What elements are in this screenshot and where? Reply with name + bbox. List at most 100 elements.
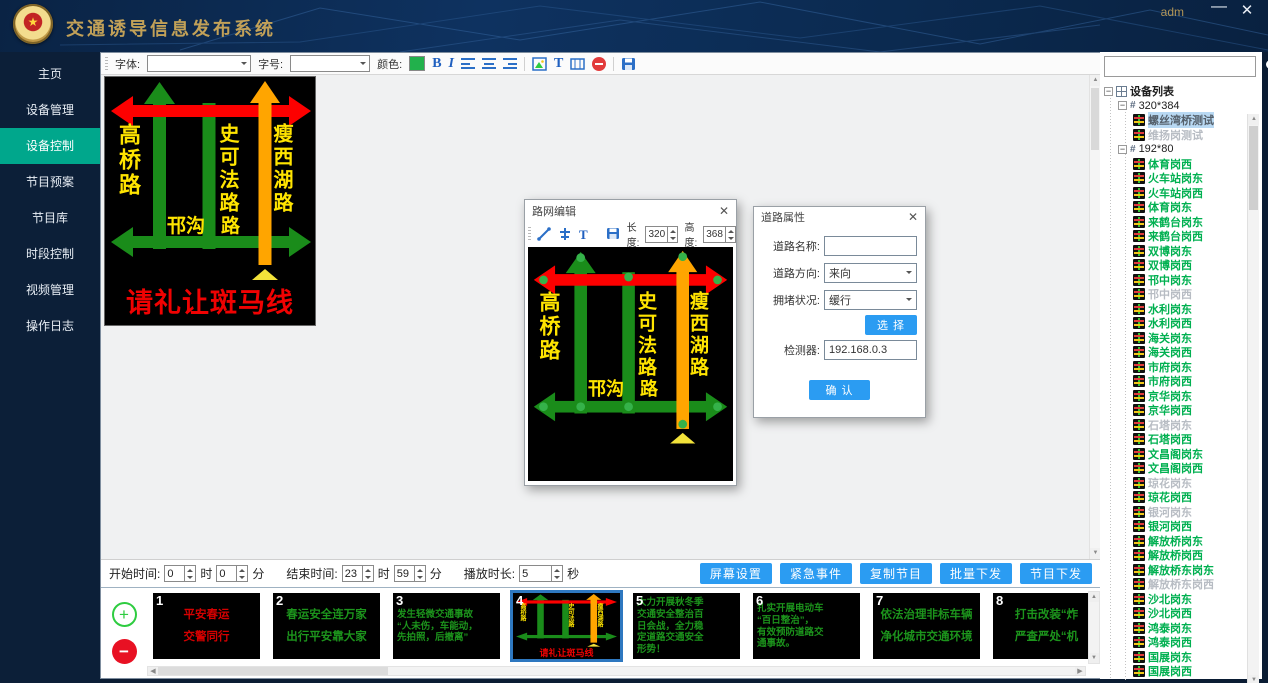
tree-device[interactable]: 双博岗西 — [1104, 258, 1259, 273]
tree-device[interactable]: 文昌阁岗西 — [1104, 461, 1259, 476]
timebar-button-5[interactable]: 节目下发 — [1020, 563, 1092, 584]
tree-device[interactable]: 体育岗东 — [1104, 200, 1259, 215]
tree-device[interactable]: 京华岗西 — [1104, 403, 1259, 418]
tree-device[interactable]: 文昌阁岗东 — [1104, 447, 1259, 462]
align-left-icon[interactable] — [461, 58, 475, 69]
start-minute-spinner[interactable]: 0 — [216, 565, 248, 582]
toolbar-grip[interactable] — [105, 57, 108, 71]
tree-device[interactable]: 海关岗西 — [1104, 345, 1259, 360]
scroll-up-icon[interactable]: ▲ — [1248, 114, 1259, 125]
tree-device[interactable]: 解放桥岗东 — [1104, 534, 1259, 549]
road-direction-select[interactable]: 来向 — [824, 263, 917, 283]
delete-icon[interactable] — [592, 57, 606, 71]
align-center-icon[interactable] — [482, 58, 496, 69]
height-spinner[interactable]: 368 — [703, 226, 736, 243]
canvas-vertical-scrollbar[interactable]: ▲ ▼ — [1089, 75, 1100, 559]
toolbar-grip[interactable] — [528, 227, 531, 241]
draw-line-icon[interactable] — [537, 227, 552, 241]
align-right-icon[interactable] — [503, 58, 517, 69]
close-icon[interactable]: ✕ — [908, 210, 918, 224]
close-icon[interactable]: ✕ — [1236, 1, 1258, 19]
tree-device[interactable]: 海关岗东 — [1104, 331, 1259, 346]
tree-device[interactable]: 银河岗东 — [1104, 505, 1259, 520]
duration-spinner[interactable]: 5 — [519, 565, 563, 582]
program-thumbnail-3[interactable]: 3发生轻微交通事故“人未伤，车能动，先拍照，后撤离” — [393, 593, 500, 659]
sidebar-item-2[interactable]: 设备管理 — [0, 92, 100, 128]
roadnet-canvas[interactable]: 高桥路 史可法路 瘦西湖路 邗沟 路 — [528, 247, 733, 481]
confirm-button[interactable]: 确 认 — [809, 380, 869, 400]
scrollbar-thumb[interactable] — [1091, 88, 1099, 150]
tree-vertical-scrollbar[interactable]: ▲ ▼ — [1247, 114, 1259, 683]
tree-device[interactable]: 市府岗西 — [1104, 374, 1259, 389]
scroll-down-icon[interactable]: ▼ — [1248, 675, 1259, 683]
collapse-icon[interactable]: − — [1104, 87, 1113, 96]
scroll-left-icon[interactable]: ◀ — [148, 667, 158, 675]
detector-input[interactable]: 192.168.0.3 — [824, 340, 917, 360]
tree-device[interactable]: 沙北岗东 — [1104, 592, 1259, 607]
color-swatch[interactable] — [409, 56, 425, 71]
spinner-arrows[interactable] — [362, 566, 373, 581]
congestion-select[interactable]: 缓行 — [824, 290, 917, 310]
tree-device[interactable]: 火车站岗东 — [1104, 171, 1259, 186]
design-canvas[interactable]: 高桥路 史可法路 瘦西湖路 邗沟 路 请礼让斑马线 路网编辑 ✕ — [101, 75, 1100, 559]
timebar-button-3[interactable]: 复制节目 — [860, 563, 932, 584]
tree-device[interactable]: 沙北岗西 — [1104, 606, 1259, 621]
tree-device[interactable]: 水利岗西 — [1104, 316, 1259, 331]
font-select[interactable] — [147, 55, 251, 72]
tree-group-1[interactable]: −#320*384 — [1104, 99, 1259, 114]
tree-group-2[interactable]: −#192*80 — [1104, 142, 1259, 157]
filmstrip-horizontal-scrollbar[interactable]: ◀ ▶ — [147, 666, 1086, 676]
spinner-arrows[interactable] — [667, 227, 677, 242]
tree-device[interactable]: 邗中岗西 — [1104, 287, 1259, 302]
size-select[interactable] — [290, 55, 370, 72]
program-thumbnail-1[interactable]: 1平安春运交警同行 — [153, 593, 260, 659]
tree-device[interactable]: 螺丝湾桥测试 — [1104, 113, 1259, 128]
close-icon[interactable]: ✕ — [719, 204, 729, 218]
end-hour-spinner[interactable]: 23 — [342, 565, 374, 582]
spinner-arrows[interactable] — [725, 227, 735, 242]
sidebar-item-3[interactable]: 设备控制 — [0, 128, 100, 164]
tree-device[interactable]: 体育岗西 — [1104, 157, 1259, 172]
tree-device[interactable]: 鸿泰岗西 — [1104, 635, 1259, 650]
scroll-down-icon[interactable]: ▼ — [1089, 653, 1099, 663]
program-thumbnail-8[interactable]: 8打击改装“炸严查严处“机 — [993, 593, 1100, 659]
add-road-icon[interactable] — [558, 227, 573, 241]
select-button[interactable]: 选 择 — [865, 315, 917, 335]
bold-button[interactable]: B — [432, 57, 441, 71]
program-thumbnail-4[interactable]: 4 高桥路 史可法路 瘦西湖路 请礼让斑马线 — [513, 593, 620, 659]
sidebar-item-4[interactable]: 节目预案 — [0, 164, 100, 200]
save-icon[interactable] — [606, 227, 621, 241]
scrollbar-thumb[interactable] — [158, 667, 388, 675]
program-thumbnail-7[interactable]: 7依法治理非标车辆净化城市交通环境 — [873, 593, 980, 659]
add-program-button[interactable]: + — [112, 602, 137, 627]
program-thumbnail-6[interactable]: 6扎实开展电动车“百日整治”，有效预防道路交通事故。 — [753, 593, 860, 659]
tree-device[interactable]: 火车站岗西 — [1104, 186, 1259, 201]
program-thumbnail-5[interactable]: 5大力开展秋冬季交通安全整治百日会战，全力稳定道路交通安全形势！ — [633, 593, 740, 659]
tree-device[interactable]: 琼花岗东 — [1104, 476, 1259, 491]
sidebar-item-8[interactable]: 操作日志 — [0, 308, 100, 344]
scroll-down-icon[interactable]: ▼ — [1090, 548, 1100, 559]
tree-device[interactable]: 国展岗东 — [1104, 650, 1259, 665]
sidebar-item-7[interactable]: 视频管理 — [0, 272, 100, 308]
tree-device[interactable]: 水利岗东 — [1104, 302, 1259, 317]
italic-button[interactable]: I — [449, 57, 454, 71]
tree-device[interactable]: 国展岗西 — [1104, 664, 1259, 679]
sign-preview[interactable]: 高桥路 史可法路 瘦西湖路 邗沟 路 请礼让斑马线 — [104, 76, 316, 326]
program-thumbnail-2[interactable]: 2春运安全连万家出行平安靠大家 — [273, 593, 380, 659]
roadnet-tool-icon[interactable] — [570, 57, 585, 71]
tree-device[interactable]: 银河岗西 — [1104, 519, 1259, 534]
tree-device[interactable]: 解放桥东岗东 — [1104, 563, 1259, 578]
tree-device[interactable]: 来鹤台岗东 — [1104, 215, 1259, 230]
spinner-arrows[interactable] — [184, 566, 195, 581]
scroll-up-icon[interactable]: ▲ — [1090, 75, 1100, 86]
spinner-arrows[interactable] — [414, 566, 425, 581]
sidebar-item-1[interactable]: 主页 — [0, 56, 100, 92]
sidebar-item-5[interactable]: 节目库 — [0, 200, 100, 236]
text-tool-icon[interactable]: T — [554, 57, 563, 71]
filmstrip-vertical-scrollbar[interactable]: ▲ ▼ — [1088, 591, 1100, 664]
tree-device[interactable]: 京华岗东 — [1104, 389, 1259, 404]
timebar-button-2[interactable]: 紧急事件 — [780, 563, 852, 584]
tree-device[interactable]: 鸿泰岗东 — [1104, 621, 1259, 636]
tree-device[interactable]: 解放桥东岗西 — [1104, 577, 1259, 592]
length-spinner[interactable]: 320 — [645, 226, 678, 243]
